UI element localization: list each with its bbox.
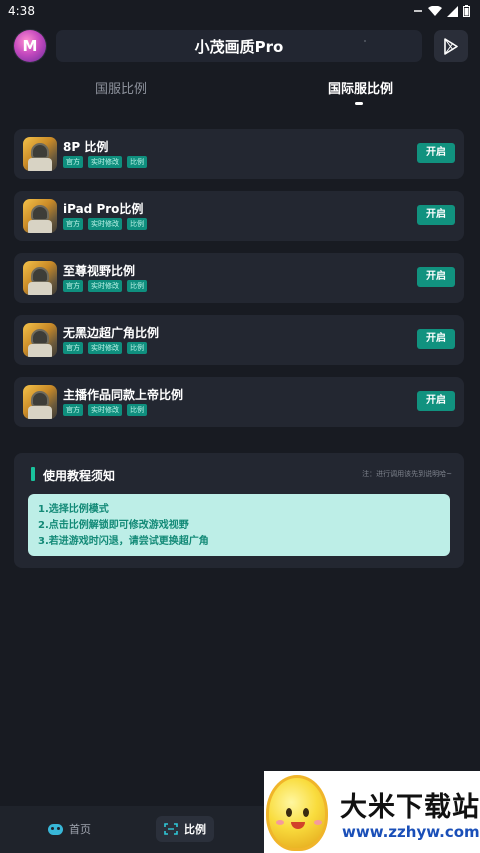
cell-signal-icon	[447, 5, 458, 17]
app-title-box: 小茂画质Pro	[56, 30, 422, 62]
tab-indicator	[355, 102, 363, 105]
game-icon	[23, 137, 57, 171]
tag-list: 官方 实时修改 比例	[63, 342, 147, 354]
ratio-list: 8P 比例 官方 实时修改 比例 开启 iPad Pro比例 官方 实时修改 比…	[14, 129, 464, 439]
home-icon	[48, 823, 63, 835]
ratio-title: iPad Pro比例	[63, 202, 144, 216]
game-icon	[23, 385, 57, 419]
tag-list: 官方 实时修改 比例	[63, 404, 147, 416]
open-button[interactable]: 开启	[417, 267, 455, 287]
status-bar: 4:38	[0, 0, 480, 22]
tag: 官方	[63, 156, 83, 168]
tag: 实时修改	[88, 280, 122, 292]
guide-line: 3.若进游戏时闪退，请尝试更换超广角	[38, 536, 209, 547]
tab-international[interactable]: 国际服比例	[328, 78, 393, 97]
tag: 官方	[63, 218, 83, 230]
title-dot	[364, 40, 366, 42]
tag: 比例	[127, 156, 147, 168]
logo-letter: M	[22, 37, 38, 55]
ratio-card: 主播作品同款上帝比例 官方 实时修改 比例 开启	[14, 377, 464, 427]
ratio-title: 8P 比例	[63, 140, 109, 154]
ratio-card: 至尊视野比例 官方 实时修改 比例 开启	[14, 253, 464, 303]
tag-list: 官方 实时修改 比例	[63, 218, 147, 230]
guide-note: 注：进行调用该先到说明哈~	[362, 470, 452, 478]
watermark-title: 大米下载站	[340, 792, 480, 823]
tag-list: 官方 实时修改 比例	[63, 156, 147, 168]
status-time: 4:38	[8, 4, 35, 18]
play-button[interactable]	[434, 30, 468, 62]
open-button[interactable]: 开启	[417, 205, 455, 225]
game-icon	[23, 261, 57, 295]
tag: 实时修改	[88, 404, 122, 416]
open-button[interactable]: 开启	[417, 391, 455, 411]
guide-title: 使用教程须知	[43, 469, 116, 483]
tag: 实时修改	[88, 218, 122, 230]
status-icons	[413, 5, 470, 17]
app-logo[interactable]: M	[14, 30, 46, 62]
battery-icon	[463, 5, 470, 17]
guide-line: 2.点击比例解锁即可修改游戏视野	[38, 520, 189, 531]
signal-icon	[414, 10, 422, 12]
play-store-icon	[444, 37, 458, 55]
ratio-card: 无黑边超广角比例 官方 实时修改 比例 开启	[14, 315, 464, 365]
header: M 小茂画质Pro	[0, 26, 480, 66]
app-title: 小茂画质Pro	[194, 37, 284, 56]
ratio-title: 无黑边超广角比例	[63, 326, 160, 340]
tab-domestic[interactable]: 国服比例	[95, 78, 147, 97]
nav-ratio-label: 比例	[184, 823, 206, 836]
ratio-frame-icon	[164, 823, 178, 835]
ratio-card: iPad Pro比例 官方 实时修改 比例 开启	[14, 191, 464, 241]
nav-home[interactable]: 首页	[48, 816, 91, 842]
tag: 比例	[127, 218, 147, 230]
tag-list: 官方 实时修改 比例	[63, 280, 147, 292]
tag: 官方	[63, 280, 83, 292]
site-watermark: 大米下载站 www.zzhyw.com	[264, 771, 480, 853]
ratio-card: 8P 比例 官方 实时修改 比例 开启	[14, 129, 464, 179]
guide-instructions: 1.选择比例模式 2.点击比例解锁即可修改游戏视野 3.若进游戏时闪退，请尝试更…	[28, 494, 450, 556]
guide-panel: 使用教程须知 注：进行调用该先到说明哈~ 1.选择比例模式 2.点击比例解锁即可…	[14, 453, 464, 568]
tag: 官方	[63, 404, 83, 416]
tag: 比例	[127, 280, 147, 292]
guide-accent-bar	[31, 467, 35, 481]
tag: 比例	[127, 404, 147, 416]
guide-line: 1.选择比例模式	[38, 504, 109, 515]
ratio-title: 至尊视野比例	[63, 264, 136, 278]
wifi-icon	[428, 5, 442, 16]
tag: 比例	[127, 342, 147, 354]
game-icon	[23, 323, 57, 357]
open-button[interactable]: 开启	[417, 329, 455, 349]
mascot-egg-icon	[266, 775, 328, 851]
tag: 实时修改	[88, 156, 122, 168]
game-icon	[23, 199, 57, 233]
region-tabs: 国服比例 国际服比例	[0, 72, 480, 108]
tag: 实时修改	[88, 342, 122, 354]
open-button[interactable]: 开启	[417, 143, 455, 163]
nav-ratio[interactable]: 比例	[156, 816, 214, 842]
ratio-title: 主播作品同款上帝比例	[63, 388, 184, 402]
watermark-url: www.zzhyw.com	[342, 823, 480, 841]
nav-home-label: 首页	[69, 823, 91, 836]
tag: 官方	[63, 342, 83, 354]
